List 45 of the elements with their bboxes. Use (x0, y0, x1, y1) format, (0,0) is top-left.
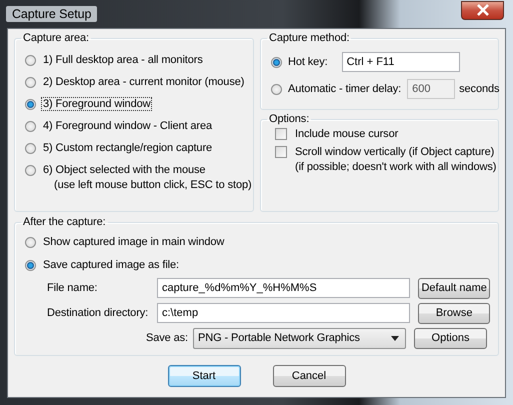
checkbox-label[interactable]: Include mouse cursor (293, 127, 400, 141)
input-field[interactable]: c:\temp (157, 303, 410, 323)
dialog-button[interactable]: Start (168, 365, 240, 387)
field-label: File name: (47, 282, 98, 294)
radio-label[interactable]: 6) Object selected with the mouse (41, 163, 208, 177)
format-dropdown[interactable]: PNG - Portable Network Graphics (193, 328, 406, 348)
field-label: Save as: (144, 332, 189, 344)
unit-label: seconds (459, 83, 500, 95)
radio-button[interactable] (25, 260, 36, 270)
radio-label[interactable]: 4) Foreground window - Client area (41, 119, 214, 133)
side-button[interactable]: Options (414, 328, 487, 348)
hint-text: (if possible; doesn't work with all windows) (295, 161, 496, 173)
radio-label[interactable]: Show captured image in main window (41, 235, 226, 249)
radio-button[interactable] (25, 236, 36, 248)
dialog-button[interactable]: Cancel (272, 365, 346, 387)
checkbox-label[interactable]: Scroll window vertically (if Object capture) (293, 145, 496, 159)
window-title: Capture Setup (6, 6, 98, 22)
radio-label[interactable]: 5) Custom rectangle/region capture (41, 141, 214, 155)
radio-button[interactable] (25, 54, 36, 66)
group-label: Options: (268, 113, 310, 125)
checkbox[interactable] (275, 146, 287, 158)
radio-label[interactable]: 3) Foreground window (41, 97, 152, 111)
side-button[interactable]: Default name (418, 278, 490, 298)
close-button[interactable] (461, 0, 504, 20)
input-field[interactable]: capture_%d%m%Y_%H%M%S (157, 278, 410, 298)
checkbox[interactable] (275, 128, 287, 140)
group-label: After the capture: (22, 216, 107, 228)
radio-button[interactable] (25, 76, 36, 88)
close-icon (476, 4, 490, 16)
radio-button[interactable] (25, 142, 36, 154)
radio-label[interactable]: Hot key: (286, 55, 330, 69)
side-button[interactable]: Browse (418, 302, 490, 324)
radio-label[interactable]: 1) Full desktop area - all monitors (41, 53, 205, 67)
field-label: Destination directory: (47, 307, 147, 319)
radio-label[interactable]: 2) Desktop area - current monitor (mouse) (41, 75, 246, 89)
hotkey-field[interactable]: Ctrl + F11 (342, 52, 460, 72)
group-label: Capture method: (268, 32, 350, 44)
radio-button[interactable] (271, 56, 282, 68)
radio-label[interactable]: Save captured image as file: (41, 258, 182, 272)
dropdown-arrow-icon (391, 336, 399, 340)
radio-button[interactable] (25, 164, 36, 176)
group-label: Capture area: (22, 32, 90, 44)
hint-text: (use left mouse button click, ESC to stop) (54, 179, 252, 191)
radio-button[interactable] (25, 120, 36, 132)
radio-button[interactable] (25, 98, 36, 110)
